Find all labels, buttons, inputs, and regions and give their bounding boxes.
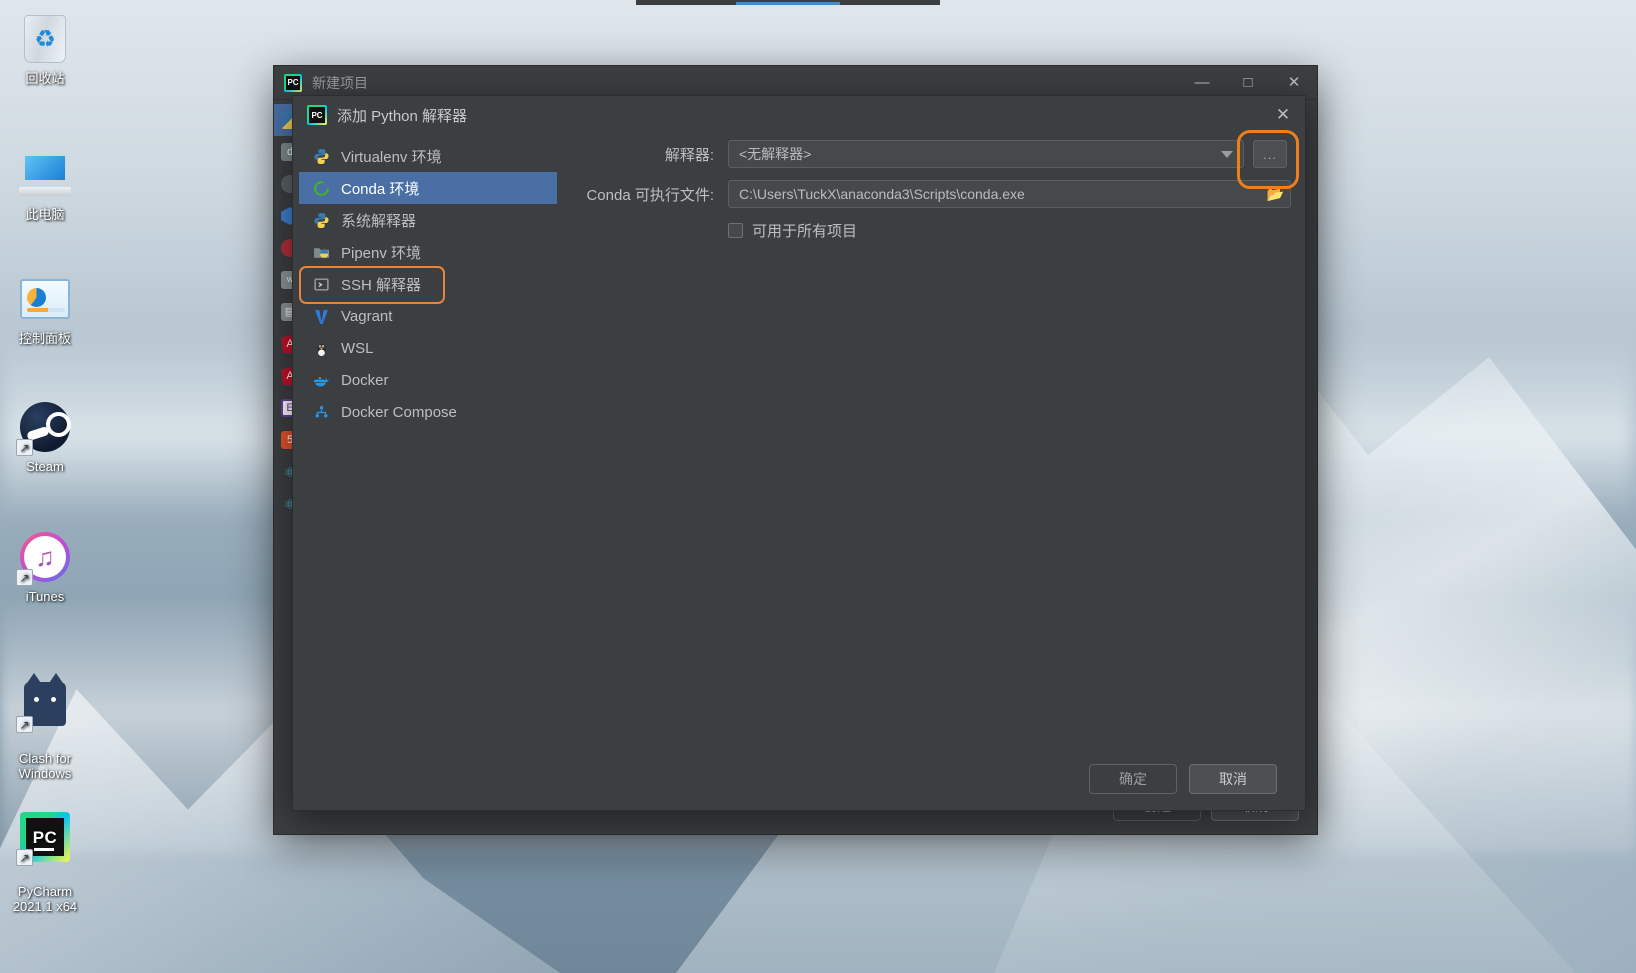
list-item-label: Conda 环境 — [341, 180, 420, 198]
ok-button[interactable]: 确定 — [1089, 764, 1177, 794]
python-icon — [311, 210, 331, 230]
list-item-label: Vagrant — [341, 307, 393, 325]
available-all-projects-row[interactable]: 可用于所有项目 — [568, 220, 1295, 241]
list-item-ssh[interactable]: SSH 解释器 — [299, 268, 557, 300]
virtualenv-icon — [311, 146, 331, 166]
this-pc-icon — [18, 148, 72, 202]
desktop-icon-label: 回收站 — [25, 71, 65, 86]
conda-executable-row: Conda 可执行文件: C:\Users\TuckX\anaconda3\Sc… — [568, 180, 1295, 208]
dialog-footer: 确定 取消 — [293, 748, 1305, 810]
list-item-label: Pipenv 环境 — [341, 244, 422, 262]
vagrant-icon — [311, 306, 331, 326]
shortcut-arrow-icon: ↗ — [16, 849, 33, 866]
control-panel-icon — [18, 272, 72, 326]
browse-interpreter-button[interactable]: ... — [1253, 140, 1287, 168]
itunes-icon: ♫ ↗ — [16, 530, 72, 586]
pycharm-logo-icon — [307, 105, 327, 125]
list-item-conda[interactable]: Conda 环境 — [299, 172, 557, 204]
desktop-icon-label: iTunes — [25, 589, 65, 604]
conda-icon — [311, 178, 331, 198]
list-item-pipenv[interactable]: Pipenv 环境 — [299, 236, 557, 268]
list-item-docker[interactable]: Docker — [299, 364, 557, 396]
interpreter-label: 解释器: — [664, 146, 714, 164]
list-item-label: Docker — [341, 371, 389, 389]
shortcut-arrow-icon: ↗ — [16, 569, 33, 586]
available-all-projects-label: 可用于所有项目 — [752, 223, 858, 240]
dialog-close-icon[interactable]: ✕ — [1261, 96, 1305, 134]
desktop-icon-itunes[interactable]: ♫ ↗ iTunes — [0, 530, 90, 604]
desktop-icon-label: Steam — [26, 459, 64, 474]
chevron-down-icon — [1221, 150, 1233, 158]
conda-executable-label: Conda 可执行文件: — [586, 186, 714, 204]
conda-settings-form: 解释器: <无解释器> ... Conda 可执行文件: C:\Users\Tu… — [568, 140, 1295, 740]
interpreter-row: 解释器: <无解释器> ... — [568, 140, 1295, 168]
list-item-label: WSL — [341, 339, 374, 357]
desktop-icon-steam[interactable]: ↗ Steam — [0, 400, 90, 474]
conda-executable-input[interactable]: C:\Users\TuckX\anaconda3\Scripts\conda.e… — [728, 180, 1291, 208]
ssh-icon — [311, 274, 331, 294]
pycharm-icon: PC ↗ — [16, 810, 72, 866]
folder-icon[interactable]: 📂 — [1267, 186, 1284, 203]
list-item-label: 系统解释器 — [341, 212, 417, 230]
available-all-projects-checkbox[interactable] — [728, 223, 743, 238]
list-item-vagrant[interactable]: Vagrant — [299, 300, 557, 332]
interpreter-type-list: Virtualenv 环境 Conda 环境 系统解释器 Pipenv 环境 S — [299, 140, 557, 740]
pycharm-logo-icon — [284, 73, 302, 92]
desktop-icon-clash-for-windows[interactable]: ↗ Clash for Windows — [0, 662, 90, 796]
linux-icon — [311, 338, 331, 358]
recycle-bin-icon — [18, 12, 72, 66]
desktop-icon-label: PyCharm 2021.1 x64 — [12, 884, 78, 914]
list-item-docker-compose[interactable]: Docker Compose — [299, 396, 557, 428]
shortcut-arrow-icon: ↗ — [16, 716, 33, 733]
desktop-icon-this-pc[interactable]: 此电脑 — [0, 148, 90, 222]
list-item-label: SSH 解释器 — [341, 276, 422, 294]
desktop-icon-pycharm[interactable]: PC ↗ PyCharm 2021.1 x64 — [0, 795, 90, 929]
pipenv-icon — [311, 242, 331, 262]
new-project-title: 新建项目 — [312, 74, 368, 91]
dialog-title: 添加 Python 解释器 — [337, 107, 468, 125]
desktop-icon-recycle-bin[interactable]: 回收站 — [0, 12, 90, 86]
list-item-virtualenv[interactable]: Virtualenv 环境 — [299, 140, 557, 172]
docker-icon — [311, 370, 331, 390]
add-python-interpreter-dialog: 添加 Python 解释器 ✕ Virtualenv 环境 Conda 环境 系… — [292, 95, 1306, 811]
desktop-icon-control-panel[interactable]: 控制面板 — [0, 272, 90, 346]
docker-compose-icon — [311, 402, 331, 422]
interpreter-value: <无解释器> — [739, 146, 812, 162]
desktop-icon-label: 控制面板 — [18, 331, 71, 346]
list-item-label: Docker Compose — [341, 403, 457, 421]
conda-executable-value: C:\Users\TuckX\anaconda3\Scripts\conda.e… — [739, 186, 1025, 202]
window-accent-bar — [736, 2, 840, 5]
clash-icon: ↗ — [16, 673, 72, 733]
shortcut-arrow-icon: ↗ — [16, 439, 33, 456]
desktop-icon-label: Clash for Windows — [18, 751, 72, 781]
list-item-label: Virtualenv 环境 — [341, 148, 442, 166]
background-window-sliver — [636, 0, 940, 5]
list-item-wsl[interactable]: WSL — [299, 332, 557, 364]
list-item-system-interpreter[interactable]: 系统解释器 — [299, 204, 557, 236]
dialog-titlebar: 添加 Python 解释器 ✕ — [293, 96, 1305, 134]
steam-icon: ↗ — [16, 400, 72, 456]
desktop-icon-label: 此电脑 — [25, 207, 65, 222]
dialog-cancel-button[interactable]: 取消 — [1189, 764, 1277, 794]
interpreter-select[interactable]: <无解释器> — [728, 140, 1244, 168]
